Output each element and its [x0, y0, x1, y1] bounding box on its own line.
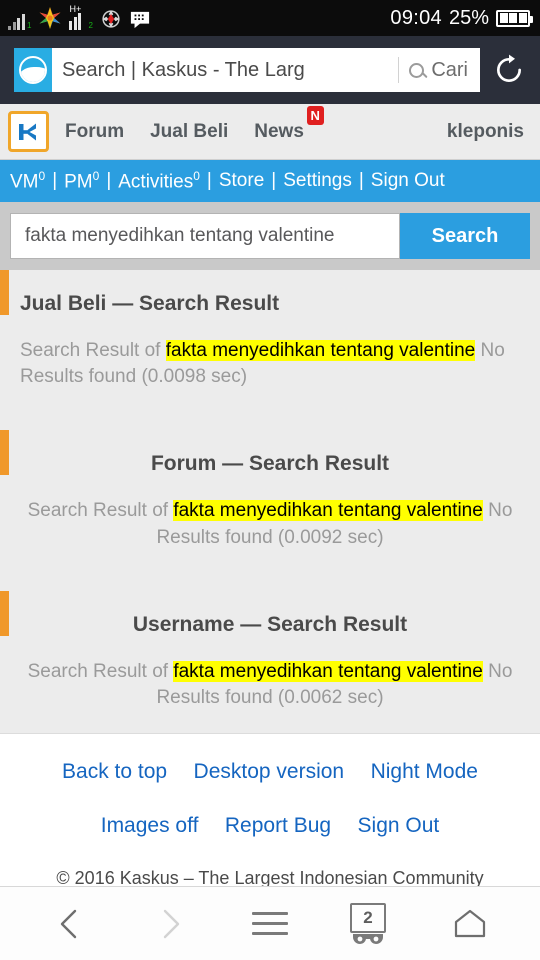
search-icon — [409, 62, 425, 78]
browser-bottom-nav: 2 — [0, 886, 540, 960]
signal-bars-icon: 1 — [8, 14, 31, 30]
clock: 09:04 — [390, 6, 442, 29]
browser-search-field[interactable]: Cari — [399, 59, 480, 82]
user-nav-activities-label: Activities — [118, 171, 194, 193]
nav-item-jual-beli[interactable]: Jual Beli — [150, 121, 228, 143]
hsdpa-signal-icon: H+ 2 — [69, 5, 93, 30]
footer-links-row-1: Back to top Desktop version Night Mode — [0, 760, 540, 784]
result-summary: Search Result of fakta menyedihkan tenta… — [0, 476, 540, 550]
tabs-count: 2 — [350, 902, 386, 933]
bbm-chat-icon — [130, 11, 149, 29]
result-prefix: Search Result of — [20, 340, 166, 361]
web-page: Forum Jual Beli News N kleponis VM0 | PM… — [0, 104, 540, 886]
browser-toolbar: Search | Kaskus - The Larg Cari — [0, 36, 540, 104]
search-input[interactable] — [10, 213, 400, 259]
sim1-label: 1 — [27, 21, 32, 30]
nav-separator: | — [358, 170, 364, 191]
site-nav: Forum Jual Beli News N — [65, 105, 324, 143]
tabs-button[interactable]: 2 — [340, 894, 400, 954]
menu-button[interactable] — [240, 894, 300, 954]
user-nav-pm-label: PM — [64, 171, 93, 193]
result-summary: Search Result of fakta menyedihkan tenta… — [0, 637, 540, 711]
user-nav-vm[interactable]: VM0 — [10, 169, 45, 193]
result-gap — [0, 390, 540, 430]
forward-icon — [163, 909, 180, 938]
result-title: Forum — Search Result — [150, 452, 390, 476]
nav-separator: | — [52, 170, 58, 191]
username-link[interactable]: kleponis — [447, 121, 524, 143]
user-nav-activities-count: 0 — [193, 168, 200, 183]
browser-search-placeholder: Cari — [431, 58, 468, 81]
result-highlight: fakta menyedihkan tentang valentine — [165, 340, 476, 361]
nav-separator: | — [271, 170, 277, 191]
result-summary: Search Result of fakta menyedihkan tenta… — [0, 316, 540, 390]
incognito-mask-icon — [353, 933, 383, 944]
menu-icon — [252, 912, 288, 935]
footer-link-images-off[interactable]: Images off — [101, 814, 199, 837]
battery-icon — [496, 9, 533, 27]
copyright-text: © 2016 Kaskus – The Largest Indonesian C… — [56, 868, 484, 886]
footer-link-back-to-top[interactable]: Back to top — [62, 760, 167, 783]
footer-link-report-bug[interactable]: Report Bug — [225, 814, 331, 837]
back-icon — [60, 909, 77, 938]
uc-browser-icon — [14, 48, 52, 92]
user-nav-settings[interactable]: Settings — [283, 170, 352, 192]
sim2-label: 2 — [88, 21, 93, 30]
result-block-forum: Forum — Search Result Search Result of f… — [0, 430, 540, 550]
forward-button[interactable] — [140, 894, 200, 954]
user-nav-pm-count: 0 — [92, 168, 100, 183]
status-bar-icons: 1 H+ 2 — [8, 5, 151, 30]
user-nav-vm-count: 0 — [38, 168, 46, 183]
result-highlight: fakta menyedihkan tentang valentine — [173, 500, 483, 522]
tabs-icon: 2 — [350, 902, 390, 945]
back-button[interactable] — [40, 894, 100, 954]
footer-link-night-mode[interactable]: Night Mode — [371, 760, 478, 783]
result-block-username: Username — Search Result Search Result o… — [0, 590, 540, 711]
address-bar[interactable]: Search | Kaskus - The Larg Cari — [14, 48, 480, 92]
battery-percent-label: 25% — [448, 6, 489, 29]
kaskus-logo[interactable] — [8, 111, 49, 152]
search-button[interactable]: Search — [400, 213, 530, 259]
nav-item-news[interactable]: News N — [254, 105, 324, 143]
reload-icon — [497, 54, 521, 82]
footer-link-desktop-version[interactable]: Desktop version — [194, 760, 345, 783]
user-nav-activities[interactable]: Activities0 — [118, 169, 200, 193]
kaskus-k-icon — [18, 123, 36, 140]
status-bar: 1 H+ 2 09:04 25% — [0, 0, 540, 36]
search-results: Jual Beli — Search Result Search Result … — [0, 270, 540, 734]
result-accent-bar — [0, 590, 9, 636]
search-bar: Search — [0, 202, 540, 270]
navigation-compass-icon — [102, 10, 120, 28]
result-prefix: Search Result of — [27, 500, 174, 522]
result-prefix: Search Result of — [27, 660, 174, 682]
nav-item-forum[interactable]: Forum — [65, 121, 124, 143]
result-highlight: fakta menyedihkan tentang valentine — [173, 660, 483, 682]
result-accent-bar — [0, 270, 9, 315]
user-nav-sign-out[interactable]: Sign Out — [371, 170, 445, 192]
home-button[interactable] — [440, 894, 500, 954]
user-nav-bar: VM0 | PM0 | Activities0 | Store | Settin… — [0, 160, 540, 202]
nav-separator: | — [106, 170, 112, 191]
user-nav-pm[interactable]: PM0 — [64, 169, 99, 193]
result-title: Jual Beli — Search Result — [20, 292, 280, 315]
page-title-text[interactable]: Search | Kaskus - The Larg — [52, 57, 400, 83]
app-star-icon — [40, 7, 61, 29]
result-block-jual-beli: Jual Beli — Search Result Search Result … — [0, 270, 540, 390]
user-nav-store[interactable]: Store — [219, 170, 264, 192]
user-nav-vm-label: VM — [10, 171, 39, 193]
result-title: Username — Search Result — [132, 612, 408, 636]
result-accent-bar — [0, 430, 9, 476]
footer-links-row-2: Images off Report Bug Sign Out — [0, 814, 540, 838]
footer-link-sign-out[interactable]: Sign Out — [358, 814, 440, 837]
reload-button[interactable] — [492, 53, 526, 87]
page-footer: Back to top Desktop version Night Mode I… — [0, 733, 540, 886]
news-badge: N — [306, 105, 324, 125]
result-gap — [0, 551, 540, 591]
network-type-label: H+ — [69, 4, 82, 14]
nav-separator: | — [206, 170, 212, 191]
nav-item-news-label: News — [254, 120, 304, 142]
status-bar-right: 09:04 25% — [390, 6, 533, 30]
site-header: Forum Jual Beli News N kleponis — [0, 104, 540, 160]
home-icon — [454, 909, 486, 937]
